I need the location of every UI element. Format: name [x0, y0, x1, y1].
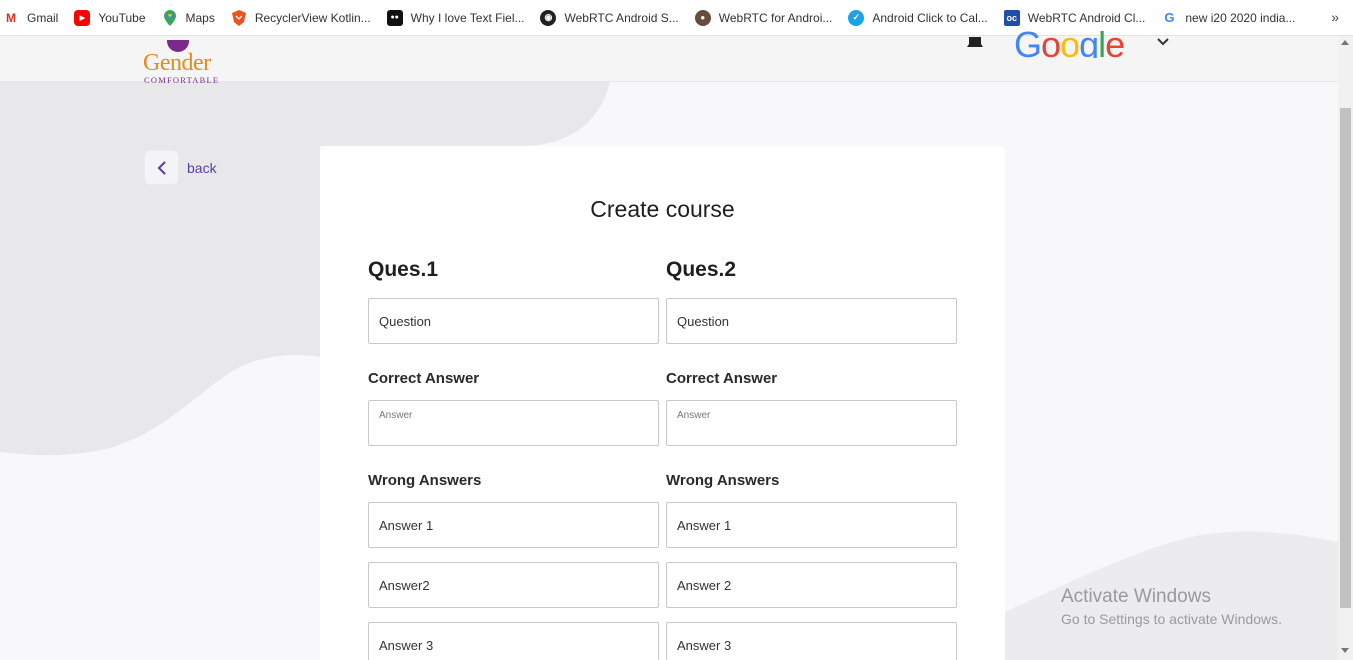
back-button[interactable] — [144, 150, 179, 185]
google-letter: G — [1014, 24, 1042, 58]
github-icon: ◉ — [540, 9, 557, 26]
chevron-down-icon[interactable] — [1156, 34, 1170, 52]
wrong-answer-field-1[interactable]: Answer 1 — [368, 502, 659, 548]
bookmark-label: WebRTC Android Cl... — [1027, 10, 1146, 25]
bookmark-webrtc-android-s[interactable]: ◉ WebRTC Android S... — [540, 9, 679, 26]
app-header: Gender COMFORTABLE Google — [0, 24, 1338, 85]
logo[interactable]: Gender COMFORTABLE — [143, 40, 233, 85]
scroll-down-arrow-icon[interactable] — [1341, 648, 1349, 653]
bell-icon[interactable] — [966, 36, 984, 48]
back-link[interactable]: back — [144, 150, 217, 185]
google-letter: o — [1041, 24, 1061, 58]
correct-answer-field[interactable]: Answer — [666, 400, 957, 446]
youtube-icon: ▶ — [74, 9, 91, 26]
question-column-1: Ques.1 Question Correct Answer Answer Wr… — [368, 258, 659, 660]
bookmark-recyclerview[interactable]: RecyclerView Kotlin... — [231, 9, 371, 26]
google-letter: l — [1098, 24, 1106, 58]
bookmark-label: RecyclerView Kotlin... — [254, 10, 371, 25]
back-label[interactable]: back — [187, 160, 217, 176]
question-title: Ques.2 — [666, 258, 737, 281]
bookmark-label: Maps — [185, 10, 215, 25]
bookmark-label: Android Click to Cal... — [872, 10, 988, 25]
wrong-answer-field-2[interactable]: Answer2 — [368, 562, 659, 608]
avatar-icon: ● — [694, 9, 711, 26]
gmail-icon: M — [6, 10, 16, 25]
brave-shield-icon — [231, 9, 247, 26]
bookmark-youtube[interactable]: ▶ YouTube — [74, 9, 146, 26]
question-column-2: Ques.2 Question Correct Answer Answer Wr… — [666, 258, 957, 660]
wrong-answer-field-3[interactable]: Answer 3 — [666, 622, 957, 660]
google-letter: g — [1079, 24, 1099, 58]
bookmark-label: Why I love Text Fiel... — [410, 10, 525, 25]
question-title: Ques.1 — [368, 258, 439, 281]
bookmark-label: new i20 2020 india... — [1185, 10, 1296, 25]
bookmark-webrtc-for-android[interactable]: ● WebRTC for Androi... — [694, 9, 833, 26]
logo-text: Gender — [143, 50, 211, 76]
page-scrollbar[interactable] — [1338, 36, 1353, 660]
logo-subtext: COMFORTABLE — [144, 75, 220, 85]
watermark-subtitle: Go to Settings to activate Windows. — [1061, 611, 1282, 627]
wrong-answer-field-2[interactable]: Answer 2 — [666, 562, 957, 608]
page-title: Create course — [590, 196, 735, 222]
activate-windows-watermark: Activate Windows Go to Settings to activ… — [1061, 586, 1282, 627]
scrollbar-thumb[interactable] — [1340, 108, 1351, 608]
correct-answer-label: Correct Answer — [666, 370, 778, 387]
bookmark-label: WebRTC Android S... — [564, 10, 679, 25]
bookmarks-more-button[interactable]: » — [1331, 9, 1339, 25]
google-letter: e — [1105, 24, 1125, 58]
medium-icon: ●● — [386, 9, 403, 26]
bookmarks-bar: M Gmail ▶ YouTube Maps RecyclerView Kotl… — [0, 0, 1353, 36]
question-field[interactable]: Question — [368, 298, 659, 344]
watermark-title: Activate Windows — [1061, 586, 1211, 607]
correct-answer-label: Correct Answer — [368, 370, 480, 387]
bookmark-label: YouTube — [98, 10, 146, 25]
bookmark-gmail[interactable]: M Gmail — [3, 10, 58, 26]
chevron-left-icon — [157, 160, 166, 175]
bookmark-label: Gmail — [27, 10, 59, 25]
bookmark-label: WebRTC for Androi... — [718, 10, 833, 25]
bookmark-maps[interactable]: Maps — [162, 9, 215, 26]
google-icon: G — [1164, 10, 1175, 25]
wrong-answer-field-3[interactable]: Answer 3 — [368, 622, 659, 660]
bookmark-android-click-to-call[interactable]: ✓ Android Click to Cal... — [848, 9, 988, 26]
correct-answer-field[interactable]: Answer — [368, 400, 659, 446]
maps-pin-icon — [162, 9, 178, 26]
scroll-up-arrow-icon[interactable] — [1341, 40, 1349, 45]
wrong-answers-label: Wrong Answers — [368, 472, 482, 489]
bookmark-text-field[interactable]: ●● Why I love Text Fiel... — [386, 9, 525, 26]
question-field[interactable]: Question — [666, 298, 957, 344]
app-icon: ✓ — [848, 9, 865, 26]
google-letter: o — [1060, 24, 1080, 58]
wrong-answer-field-1[interactable]: Answer 1 — [666, 502, 957, 548]
bookmark-i20[interactable]: G new i20 2020 india... — [1161, 10, 1295, 26]
create-course-card: Create course Ques.1 Question Correct An… — [320, 146, 1005, 660]
google-account-logo[interactable]: Google — [1014, 24, 1124, 58]
wrong-answers-label: Wrong Answers — [666, 472, 780, 489]
